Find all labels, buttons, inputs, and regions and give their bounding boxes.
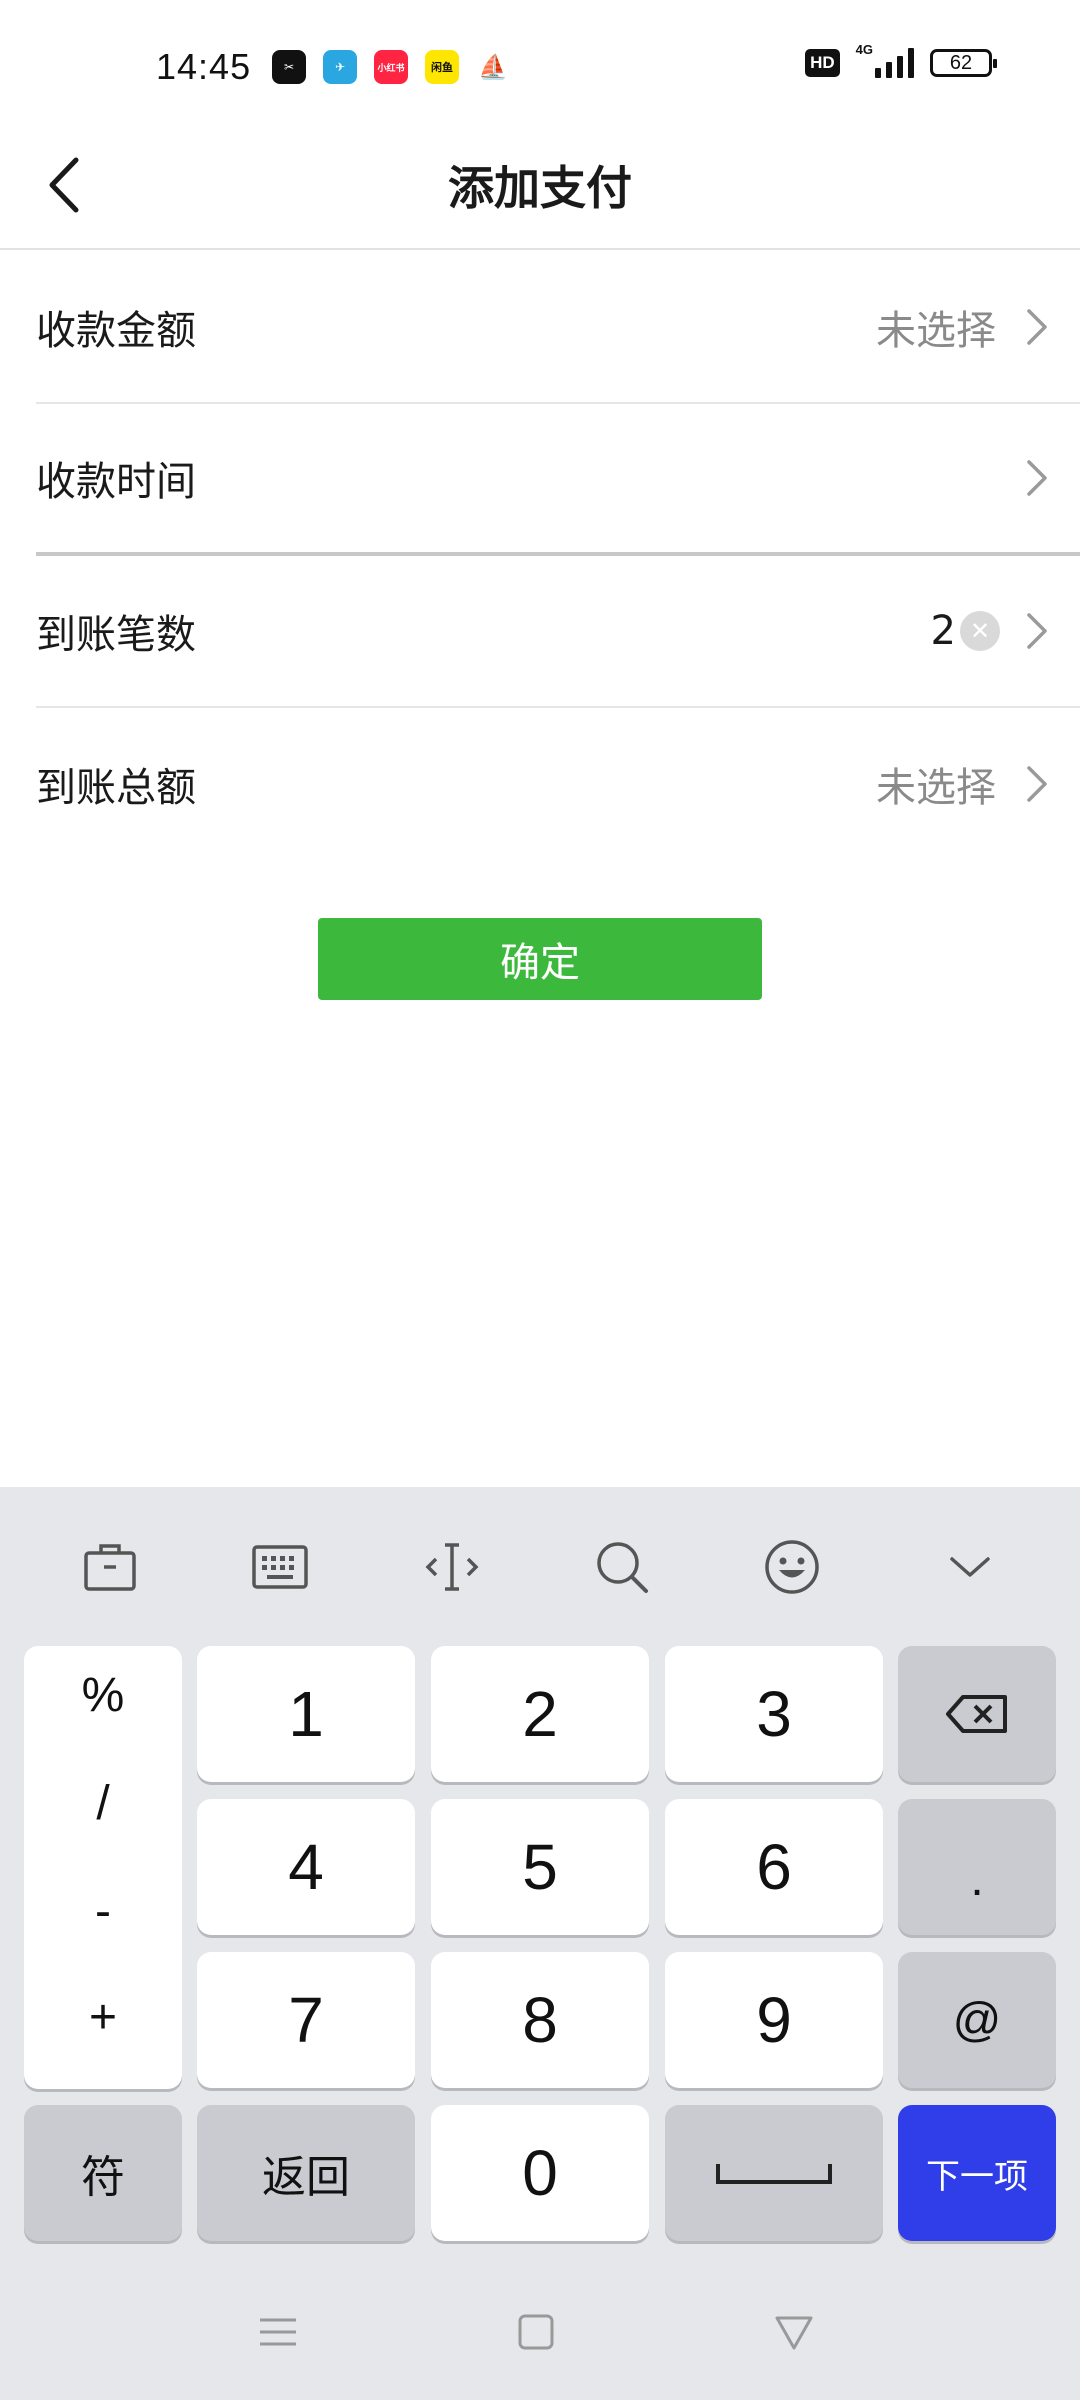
key-1[interactable]: 1: [197, 1646, 415, 1782]
chevron-right-icon: [1024, 763, 1050, 805]
clock: 14:45: [156, 46, 252, 87]
form-list: 收款金额 未选择 收款时间 到账笔数 2 ✕ 到账总额 未选择: [0, 252, 1080, 860]
row-label: 收款时间: [36, 459, 196, 505]
page-title: 添加支付: [448, 161, 632, 215]
key-7[interactable]: 7: [197, 1952, 415, 2088]
row-label: 到账笔数: [36, 612, 196, 658]
key-9[interactable]: 9: [665, 1952, 883, 2088]
confirm-button[interactable]: 确定: [318, 918, 762, 1000]
game-icon: ⛵: [476, 50, 510, 84]
capcut-icon: ✂: [272, 50, 306, 84]
home-icon[interactable]: [514, 2310, 558, 2354]
space-key[interactable]: [665, 2105, 883, 2241]
search-icon[interactable]: [592, 1537, 652, 1597]
system-status: HD 4G 62: [805, 42, 997, 78]
slash-key[interactable]: /: [24, 1776, 182, 1831]
row-label: 收款金额: [36, 308, 196, 354]
plus-key[interactable]: +: [24, 1990, 182, 2045]
status-bar: 14:45 ✂ ✈ 小红书 闲鱼 ⛵ HD 4G 62: [0, 0, 1080, 140]
symbol-switch-key[interactable]: 符: [24, 2105, 182, 2241]
collapse-icon[interactable]: [940, 1537, 1000, 1597]
numeric-keyboard: % / - + 1 2 3 4 5 6 . 7 8 9 @ 符 返回 0 下一项: [0, 1487, 1080, 2400]
key-3[interactable]: 3: [665, 1646, 883, 1782]
minus-key[interactable]: -: [24, 1884, 182, 1939]
backspace-key[interactable]: [898, 1646, 1056, 1782]
telegram-icon: ✈: [323, 50, 357, 84]
row-label: 到账总额: [36, 765, 196, 811]
row-arrival-count[interactable]: 到账笔数 2 ✕: [36, 556, 1080, 708]
key-4[interactable]: 4: [197, 1799, 415, 1935]
row-value: 未选择: [876, 308, 996, 354]
row-arrival-total[interactable]: 到账总额 未选择: [36, 708, 1080, 860]
xiaohongshu-icon: 小红书: [374, 50, 408, 84]
system-nav-bar: [0, 2270, 1080, 2400]
cursor-icon[interactable]: [422, 1537, 482, 1597]
network-type: 4G: [855, 41, 873, 57]
notification-icons: ✂ ✈ 小红书 闲鱼 ⛵: [272, 50, 510, 84]
key-2[interactable]: 2: [431, 1646, 649, 1782]
key-8[interactable]: 8: [431, 1952, 649, 2088]
row-collection-amount[interactable]: 收款金额 未选择: [36, 252, 1080, 404]
space-icon: [716, 2164, 832, 2184]
return-key[interactable]: 返回: [197, 2105, 415, 2241]
key-6[interactable]: 6: [665, 1799, 883, 1935]
percent-key[interactable]: %: [24, 1668, 182, 1723]
xianyu-icon: 闲鱼: [425, 50, 459, 84]
arrival-count-input[interactable]: 2: [931, 608, 956, 654]
chevron-right-icon: [1024, 457, 1050, 499]
menu-icon[interactable]: [256, 2310, 300, 2354]
at-key[interactable]: @: [898, 1952, 1056, 2088]
symbol-column: % / - +: [24, 1646, 182, 2089]
row-collection-time[interactable]: 收款时间: [36, 404, 1080, 556]
chevron-right-icon: [1024, 306, 1050, 348]
key-5[interactable]: 5: [431, 1799, 649, 1935]
keyboard-toolbar: [0, 1487, 1080, 1637]
toolbox-icon[interactable]: [80, 1537, 140, 1597]
dot-key[interactable]: .: [898, 1799, 1056, 1935]
battery-icon: 62: [930, 49, 997, 77]
row-value: 未选择: [876, 765, 996, 811]
hd-icon: HD: [805, 49, 840, 77]
emoji-icon[interactable]: [762, 1537, 822, 1597]
chevron-right-icon: [1024, 610, 1050, 652]
nav-bar: 添加支付: [0, 120, 1080, 250]
battery-level: 62: [949, 51, 973, 74]
key-0[interactable]: 0: [431, 2105, 649, 2241]
backspace-icon: [946, 1695, 1007, 1733]
signal-icon: [875, 48, 914, 78]
keyboard-icon[interactable]: [250, 1537, 310, 1597]
clear-icon[interactable]: ✕: [960, 611, 1000, 651]
next-field-key[interactable]: 下一项: [898, 2105, 1056, 2241]
back-triangle-icon[interactable]: [772, 2310, 816, 2354]
